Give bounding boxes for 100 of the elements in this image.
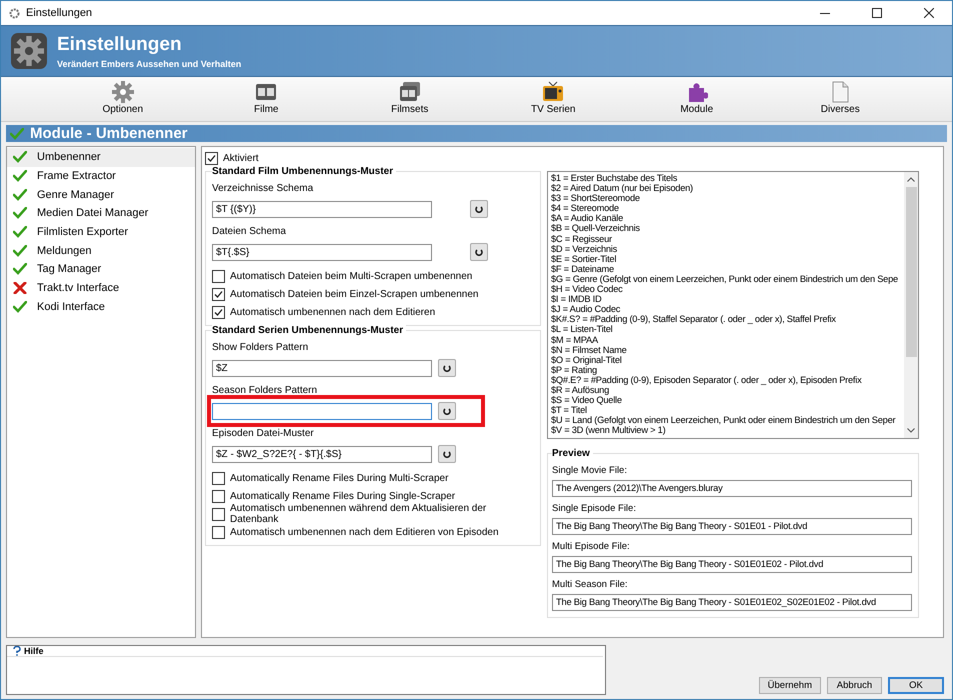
reset-button[interactable] — [438, 402, 456, 420]
module-item[interactable]: Tag Manager — [7, 260, 195, 279]
list-item: $J = Audio Codec — [551, 304, 622, 314]
reset-button[interactable] — [470, 200, 488, 218]
check-icon — [10, 128, 24, 140]
module-item[interactable]: Medien Datei Manager — [7, 204, 195, 223]
check-icon — [13, 207, 27, 220]
input-field[interactable] — [212, 402, 432, 420]
list-item: $Q#.E? = #Padding (0-9), Episoden Separator (. oder _ oder x), Episoden Prefix — [551, 374, 862, 385]
list-item: $S = Video Quelle — [551, 395, 623, 406]
reset-icon — [443, 364, 451, 372]
check-icon — [13, 300, 27, 313]
input-field[interactable]: $T {($Y)} — [212, 200, 432, 218]
gear-icon — [9, 8, 20, 18]
list-item: $E = Sortier-Titel — [551, 254, 618, 264]
checkbox[interactable] — [212, 306, 225, 318]
maximize-icon[interactable] — [872, 8, 882, 18]
checkbox-label: Automatisch umbenennen nach dem Editieren — [230, 306, 436, 318]
preview-field: The Big Bang Theory\The Big Bang Theory - S01E01 - Pilot.dvd — [552, 518, 912, 535]
help-title: Hilfe — [24, 646, 44, 656]
checkbox[interactable] — [212, 270, 225, 282]
reset-icon — [475, 205, 483, 213]
reset-icon — [443, 450, 451, 458]
section-title: Module - Umbenenner — [30, 125, 188, 142]
checkbox-label: Automatically Rename Files During Single-Scraper — [230, 490, 456, 502]
dialog-button[interactable]: Abbruch — [827, 677, 882, 694]
list-item: $H = Video Codec — [551, 284, 624, 294]
header-title: Einstellungen — [57, 34, 183, 56]
placeholder-list[interactable] — [547, 171, 919, 439]
reset-button[interactable] — [438, 359, 456, 377]
preview-label: Single Movie File: — [552, 465, 628, 476]
input-field[interactable]: $T{.$S} — [212, 244, 432, 260]
checkbox[interactable] — [212, 526, 225, 538]
list-item: $N = Filmset Name — [551, 344, 628, 355]
input-field[interactable]: $Z - $W2_S?2E?{ - $T}{.$S} — [212, 446, 432, 462]
module-item[interactable]: Frame Extractor — [7, 166, 195, 186]
checkbox[interactable] — [212, 472, 225, 484]
list-item: $C = Regisseur — [551, 234, 612, 244]
checkbox-label: Automatisch Dateien beim Multi-Scrapen umbenennen — [230, 270, 472, 282]
list-item: $3 = ShortStereomode — [551, 193, 641, 204]
reset-button[interactable] — [438, 445, 456, 463]
list-item: $U = Land (Gefolgt von einem Leerzeichen, Punkt oder einem Bindestrich um den Seper — [551, 415, 896, 426]
preview-field: The Avengers (2012)\The Avengers.bluray — [552, 480, 912, 497]
field-label: Dateien Schema — [212, 226, 287, 237]
dialog-button[interactable]: OK — [888, 677, 944, 694]
checkbox[interactable] — [205, 152, 218, 164]
scrollbar[interactable] — [904, 172, 918, 438]
check-icon — [13, 226, 27, 238]
module-item[interactable]: Genre Manager — [7, 185, 195, 204]
preview-label: Multi Season File: — [552, 579, 629, 590]
checkbox-label: Automatisch umbenennen nach dem Editieren von Episoden — [230, 526, 499, 538]
field-label: Season Folders Pattern — [212, 385, 318, 396]
dialog-button[interactable]: Übernehm — [758, 677, 821, 694]
list-item: $1 = Erster Buchstabe des Titels — [551, 173, 678, 184]
scroll-down-icon[interactable] — [907, 428, 915, 433]
gear-icon — [11, 33, 47, 69]
checkbox-label: Aktiviert — [223, 152, 259, 164]
gear-icon — [112, 81, 134, 103]
checkbox[interactable] — [212, 508, 225, 520]
list-item: $I = IMDB ID — [551, 294, 602, 304]
list-item: $2 = Aired Datum (nur bei Episoden) — [551, 183, 694, 194]
group-title: Standard Serien Umbenennungs-Muster — [212, 325, 406, 336]
field-label: Episoden Datei-Muster — [212, 428, 315, 439]
reset-icon — [475, 248, 483, 256]
help-icon — [13, 646, 21, 656]
list-item: $F = Dateiname — [551, 264, 615, 274]
check-icon — [13, 151, 27, 164]
check-icon — [13, 263, 27, 276]
list-item: $O = Original-Titel — [551, 354, 623, 365]
close-icon[interactable] — [924, 8, 934, 18]
checkbox[interactable] — [212, 490, 225, 502]
preview-label: Multi Episode File: — [552, 541, 631, 552]
input-field[interactable]: $Z — [212, 360, 432, 376]
checkbox[interactable] — [212, 288, 225, 300]
toolbar-button[interactable]: Optionen — [51, 79, 194, 121]
check-icon — [13, 188, 27, 201]
toolbar-button[interactable]: Filmsets — [338, 79, 482, 121]
list-item: $G = Genre (Gefolgt von einem Leerzeichen, Punkt oder einem Bindestrich um den Sepe — [551, 274, 899, 284]
module-item[interactable]: Meldungen — [7, 241, 195, 260]
module-item[interactable]: Filmlisten Exporter — [7, 222, 195, 242]
toolbar-button[interactable]: Diverses — [768, 79, 912, 121]
list-item: $V = 3D (wenn Multiview > 1) — [551, 425, 666, 436]
list-item: $T = Titel — [551, 405, 588, 416]
toolbar-button[interactable]: TV Serien — [482, 79, 625, 121]
tv-icon — [542, 81, 564, 103]
check-icon — [13, 170, 27, 182]
list-item: $R = Aufösung — [551, 384, 610, 396]
toolbar-button[interactable]: Module — [625, 79, 768, 121]
list-item: $K#.S? = #Padding (0-9), Staffel Separator (. oder _ oder x), Staffel Prefix — [551, 314, 837, 324]
module-item[interactable]: Umbenenner — [7, 148, 195, 167]
module-item[interactable]: Kodi Interface — [7, 298, 195, 316]
list-item: $4 = Stereomode — [551, 203, 620, 214]
module-item[interactable]: Trakt.tv Interface — [7, 278, 195, 298]
reset-button[interactable] — [470, 243, 488, 261]
list-item: $L = Listen-Titel — [551, 324, 612, 334]
field-label: Verzeichnisse Schema — [212, 183, 314, 194]
window-title: Einstellungen — [26, 7, 94, 19]
scroll-up-icon[interactable] — [907, 177, 915, 182]
toolbar-button[interactable]: Filme — [194, 79, 338, 121]
list-item: $D = Verzeichnis — [551, 244, 618, 254]
